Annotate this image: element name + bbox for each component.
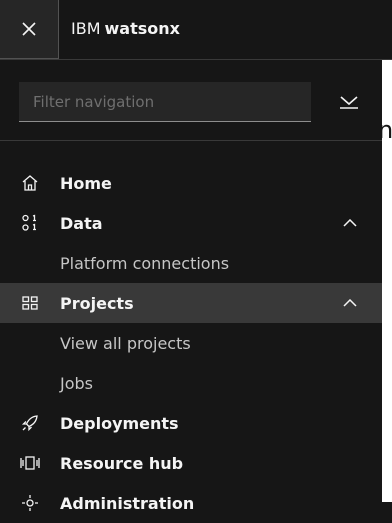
chevron-up-icon[interactable] [340, 295, 360, 311]
nav-label-home: Home [60, 173, 112, 193]
nav-subitem-jobs[interactable]: Jobs [0, 363, 382, 403]
nav-label-data: Data [60, 213, 103, 233]
background-page-text: n [378, 116, 392, 144]
nav-label-jobs: Jobs [60, 373, 93, 393]
nav-label-view-all-projects: View all projects [60, 333, 191, 353]
brand-product: watsonx [104, 19, 180, 38]
resource-hub-icon [20, 453, 40, 473]
close-menu-button[interactable] [0, 0, 59, 59]
brand-company: IBM [71, 19, 101, 38]
rocket-icon [20, 413, 40, 433]
nav-item-home[interactable]: Home [0, 163, 382, 203]
administration-icon [20, 493, 40, 513]
nav-item-administration[interactable]: Administration [0, 483, 382, 523]
nav-subitem-view-all-projects[interactable]: View all projects [0, 323, 382, 363]
app-brand[interactable]: IBM watsonx [71, 19, 180, 38]
nav-item-data[interactable]: Data [0, 203, 382, 243]
nav-item-projects[interactable]: Projects [0, 283, 382, 323]
home-icon [20, 173, 40, 193]
app-header: IBM watsonx [0, 0, 392, 60]
collapse-all-icon [339, 94, 359, 110]
nav-label-administration: Administration [60, 493, 195, 513]
nav-label-deployments: Deployments [60, 413, 179, 433]
nav-item-resource-hub[interactable]: Resource hub [0, 443, 382, 483]
nav-label-platform-connections: Platform connections [60, 253, 230, 273]
chevron-up-icon[interactable] [340, 215, 360, 231]
projects-icon [20, 293, 40, 313]
nav-label-projects: Projects [60, 293, 134, 313]
nav-subitem-platform-connections[interactable]: Platform connections [0, 243, 382, 283]
side-navigation: Home Data Platform connections Projects … [0, 163, 382, 523]
nav-item-deployments[interactable]: Deployments [0, 403, 382, 443]
data-icon [20, 213, 40, 233]
collapse-all-button[interactable] [333, 86, 365, 118]
close-icon [21, 21, 37, 37]
nav-label-resource-hub: Resource hub [60, 453, 184, 473]
filter-navigation-input[interactable] [19, 82, 311, 122]
